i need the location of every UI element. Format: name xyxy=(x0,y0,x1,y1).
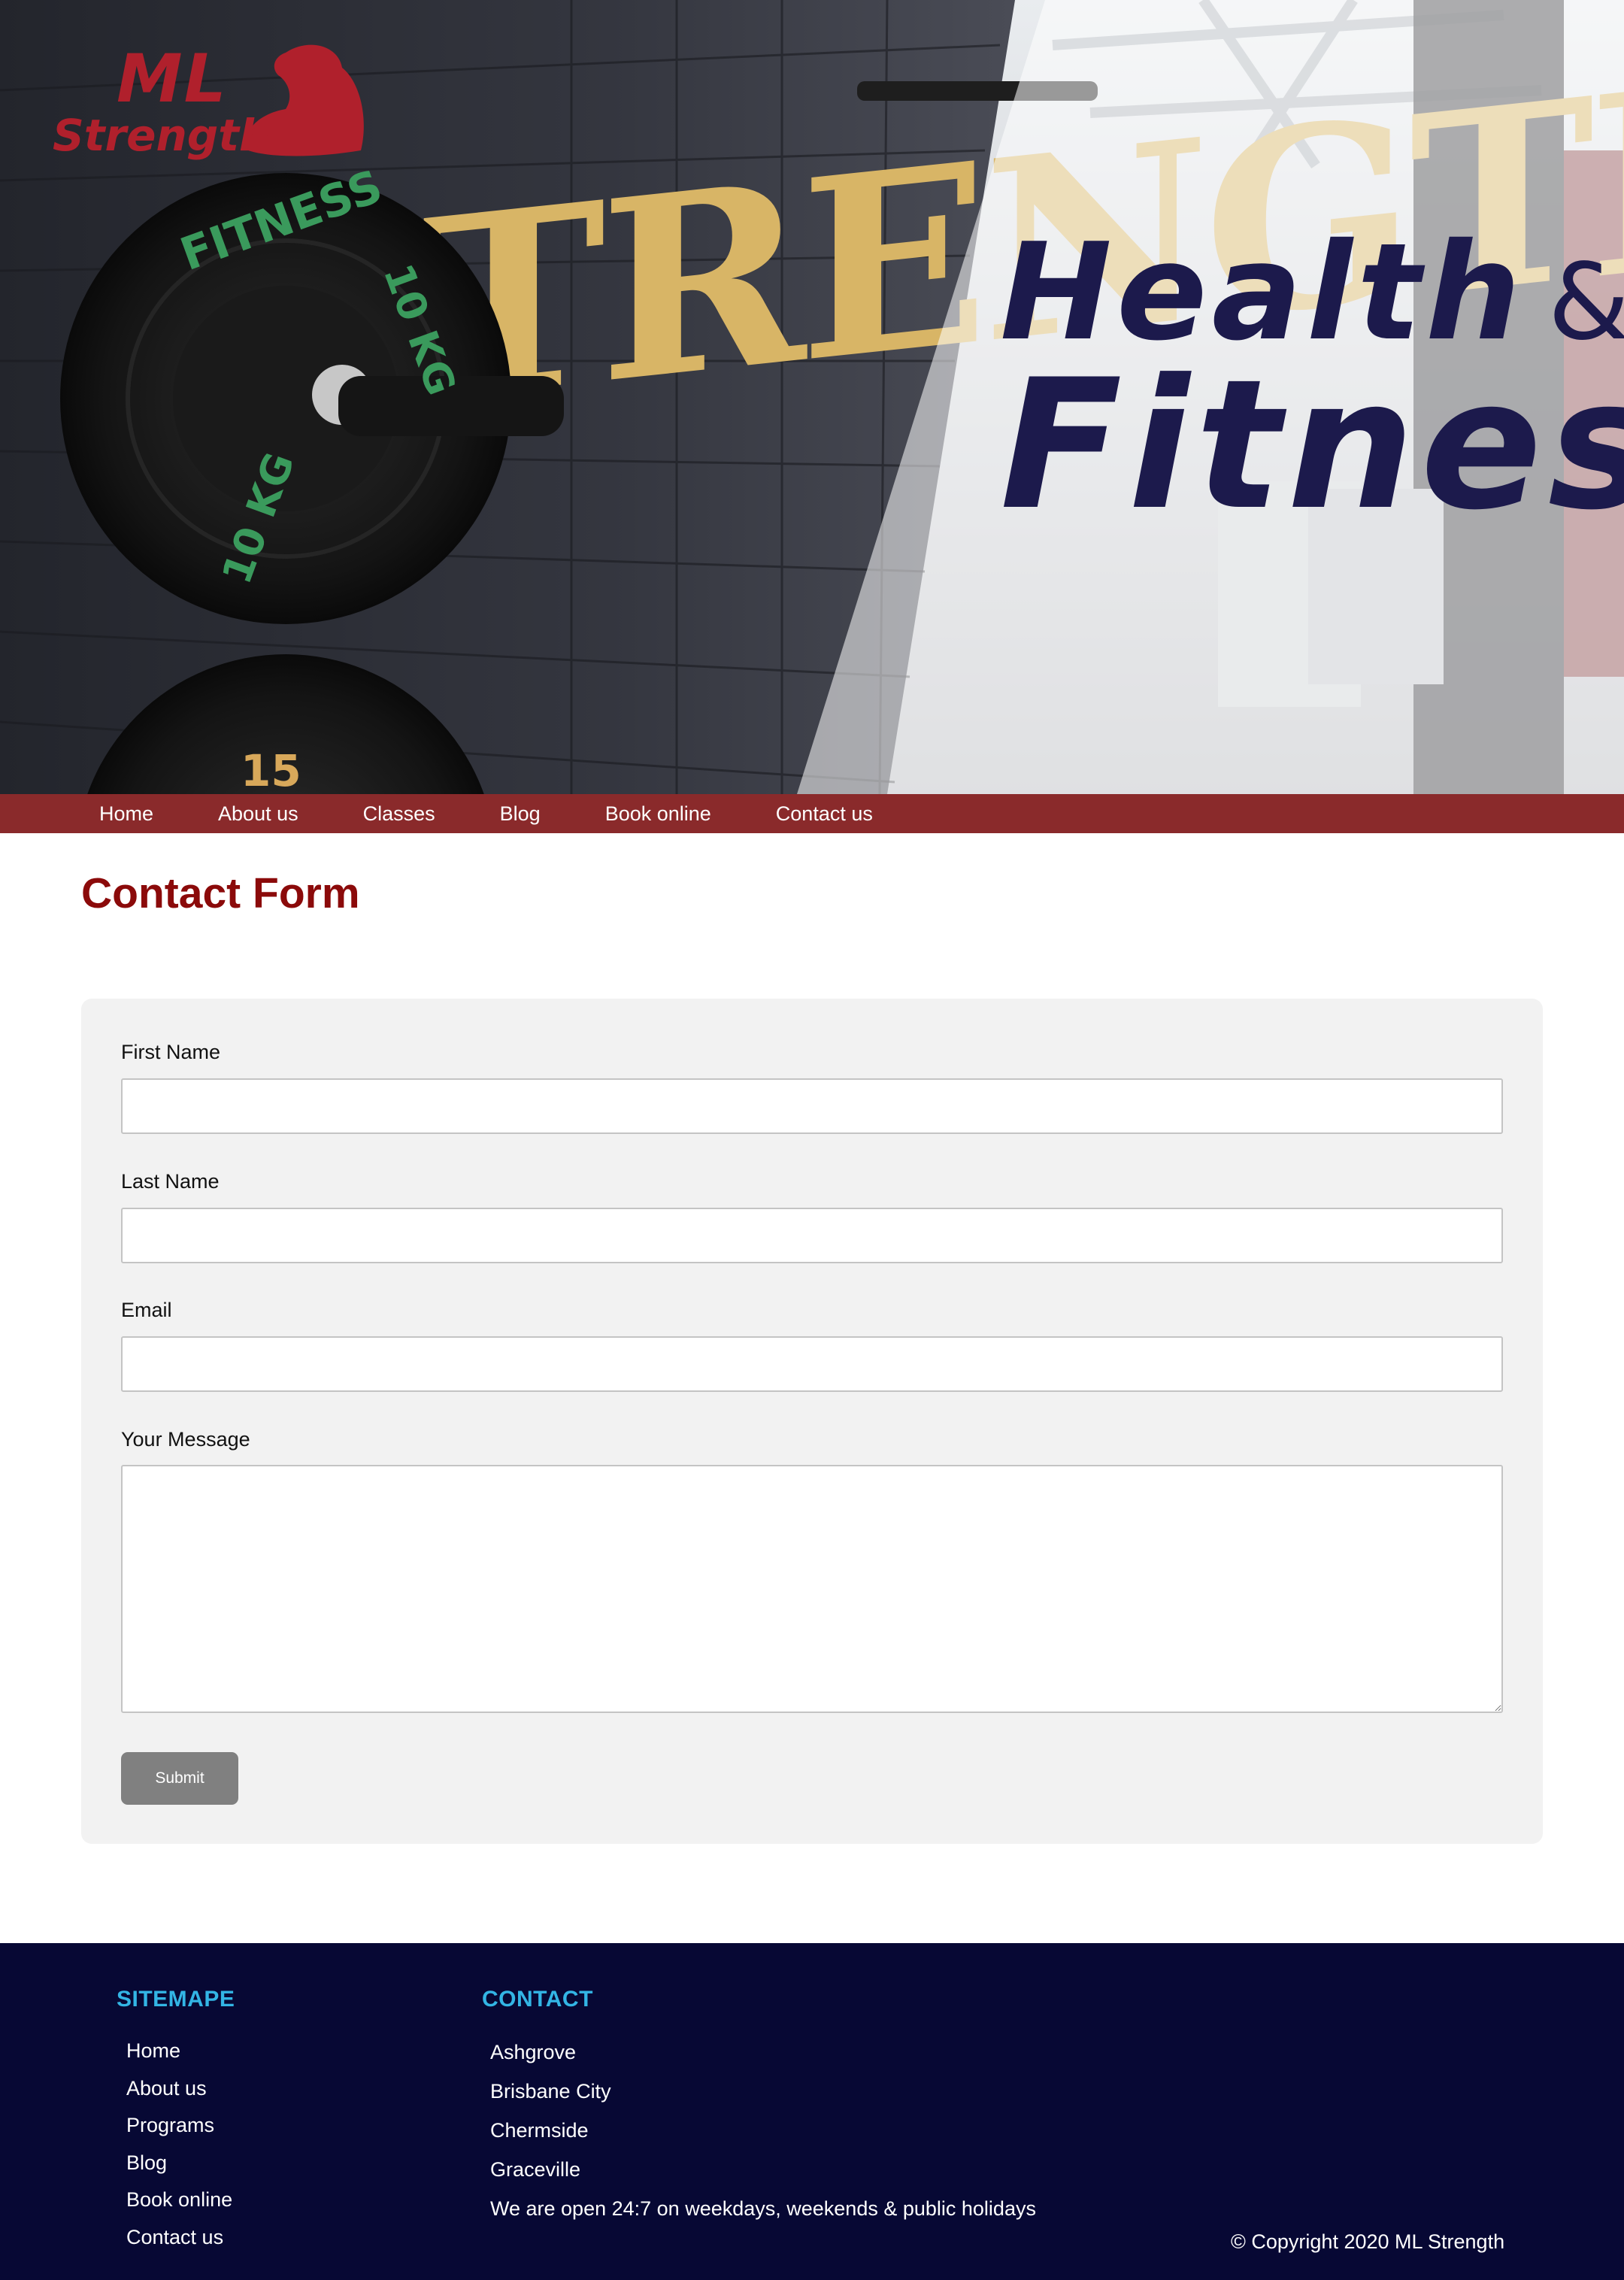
email-input[interactable] xyxy=(121,1336,1503,1392)
contact-location-chermside: Chermside xyxy=(490,2119,589,2142)
svg-text:15: 15 xyxy=(241,745,301,794)
last-name-label: Last Name xyxy=(121,1170,220,1193)
page-title: Contact Form xyxy=(81,869,360,917)
submit-button[interactable]: Submit xyxy=(121,1752,238,1805)
email-label: Email xyxy=(121,1299,172,1321)
svg-text:Strength: Strength xyxy=(53,110,270,161)
contact-form: First Name Last Name Email Your Message … xyxy=(81,999,1543,1844)
message-label: Your Message xyxy=(121,1428,250,1451)
nav-blog[interactable]: Blog xyxy=(500,802,541,826)
nav-classes[interactable]: Classes xyxy=(363,802,435,826)
ml-strength-logo[interactable]: ML Strength xyxy=(45,38,376,165)
sitemap-link-programs[interactable]: Programs xyxy=(126,2114,232,2151)
main-nav: Home About us Classes Blog Book online C… xyxy=(0,794,1624,833)
nav-book-online[interactable]: Book online xyxy=(605,802,711,826)
nav-contact-us[interactable]: Contact us xyxy=(776,802,873,826)
contact-list: Ashgrove Brisbane City Chermside Gracevi… xyxy=(490,2041,1036,2236)
sitemap-link-blog[interactable]: Blog xyxy=(126,2151,232,2189)
first-name-label: First Name xyxy=(121,1041,221,1063)
contact-location-ashgrove: Ashgrove xyxy=(490,2041,577,2063)
headline-health: Health& xyxy=(1000,226,1624,359)
hero-headline: Health& Fitness xyxy=(1000,226,1624,550)
opening-hours-text: We are open 24:7 on weekdays, weekends &… xyxy=(490,2197,1036,2220)
contact-location-graceville: Graceville xyxy=(490,2158,581,2181)
headline-fitness: Fitness xyxy=(1000,341,1624,550)
message-textarea[interactable] xyxy=(121,1465,1503,1713)
contact-location-brisbane-city: Brisbane City xyxy=(490,2080,611,2103)
svg-text:ML: ML xyxy=(117,40,228,117)
first-name-input[interactable] xyxy=(121,1078,1503,1134)
site-footer: SITEMAPE Home About us Programs Blog Boo… xyxy=(0,1943,1624,2280)
nav-about-us[interactable]: About us xyxy=(218,802,298,826)
hero-banner: TRENGTH FITNESS 10 KG 10 KG 15 ML Streng… xyxy=(0,0,1624,794)
last-name-input[interactable] xyxy=(121,1208,1503,1263)
sitemap-link-home[interactable]: Home xyxy=(126,2039,232,2077)
contact-heading: CONTACT xyxy=(482,1987,593,2012)
copyright-text: © Copyright 2020 ML Strength xyxy=(1231,2230,1505,2253)
sitemap-link-contact-us[interactable]: Contact us xyxy=(126,2226,232,2263)
sitemap-link-about-us[interactable]: About us xyxy=(126,2077,232,2115)
nav-home[interactable]: Home xyxy=(99,802,153,826)
sitemap-heading: SITEMAPE xyxy=(117,1987,235,2012)
sitemap-link-book-online[interactable]: Book online xyxy=(126,2188,232,2226)
sitemap-list: Home About us Programs Blog Book online … xyxy=(126,2039,232,2263)
